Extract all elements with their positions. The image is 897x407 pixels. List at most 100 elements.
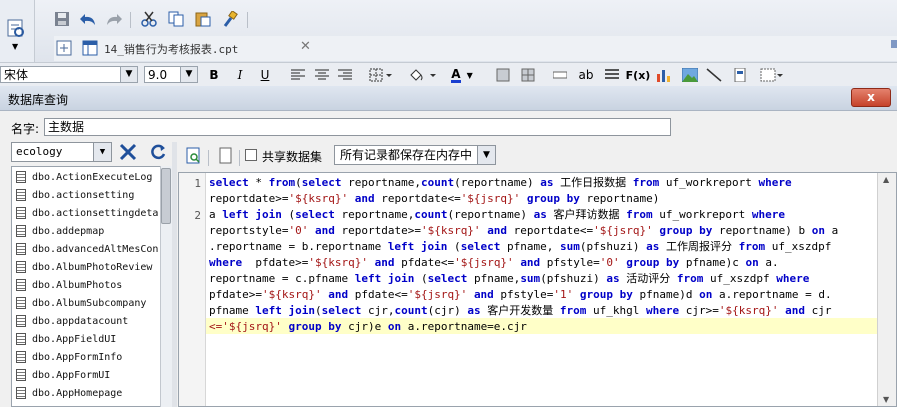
list-item[interactable]: dbo.AlbumPhotos (16, 276, 122, 294)
sql-text: pfname)c (679, 256, 746, 269)
tab-close-icon[interactable]: ✕ (300, 39, 311, 54)
save-icon[interactable] (52, 9, 72, 29)
sql-text: pfstyle= (493, 288, 554, 301)
paragraph-icon[interactable] (603, 66, 621, 84)
sql-keyword: join (420, 240, 448, 253)
sql-text: reportname) (579, 192, 660, 205)
editor-scrollbar[interactable]: ▲ ▼ (877, 173, 896, 406)
list-item[interactable]: dbo.AppFormUI (16, 366, 110, 384)
undo-icon[interactable] (78, 9, 98, 29)
database-select[interactable]: ecology ▼ (11, 142, 112, 162)
image-icon[interactable] (681, 66, 699, 84)
italic-button[interactable]: I (232, 66, 248, 84)
table-list[interactable]: dbo.ActionExecuteLog dbo.actionsetting dbo… (11, 166, 171, 407)
table-icon (16, 369, 26, 381)
new-page-icon[interactable] (216, 146, 236, 166)
chevron-down-icon[interactable]: ▼ (12, 42, 18, 51)
sql-keyword: and (354, 192, 375, 205)
widget-icon[interactable] (731, 66, 749, 84)
refresh-icon[interactable] (148, 142, 168, 162)
align-center-icon[interactable] (313, 66, 331, 84)
sql-text: pfdate<= (348, 288, 408, 301)
save-mode-select[interactable]: 所有记录都保存在内存中 ▼ (334, 145, 496, 165)
sql-text: reportstyle= (209, 224, 289, 237)
formula-button[interactable]: F(x) (626, 66, 651, 84)
list-item[interactable]: dbo.AlbumSubcompany (16, 294, 146, 312)
panel-splitter[interactable] (172, 142, 177, 407)
list-item[interactable]: dbo.actionsetting (16, 186, 134, 204)
list-item[interactable]: dbo.AppHomepage (16, 384, 122, 402)
format-brush-icon[interactable] (220, 9, 240, 29)
table-icon (16, 297, 26, 309)
sql-keyword: on (387, 320, 402, 333)
line-number-gutter: 12 (179, 173, 206, 406)
text-field-icon[interactable] (551, 66, 569, 84)
dataset-name-input[interactable]: 主数据 (44, 118, 671, 136)
list-item[interactable]: dbo.AlbumPhotoReview (16, 258, 152, 276)
list-item[interactable]: dbo.advancedAltMesCon (16, 240, 158, 258)
sql-string: '0' (288, 224, 309, 237)
sql-string: '${ksrq}' (288, 192, 349, 205)
table-name: dbo.AppHomepage (32, 387, 123, 399)
sql-keyword: join (288, 304, 315, 317)
underline-button[interactable]: U (257, 66, 273, 84)
sql-text: uf_xszdpf (765, 240, 832, 253)
text-ab-button[interactable]: ab (577, 66, 595, 84)
list-item[interactable]: dbo.AppFormInfo (16, 348, 122, 366)
insert-dropdown-icon[interactable] (759, 66, 785, 84)
font-color-button[interactable]: A ▼ (447, 66, 477, 84)
sql-keyword: select (321, 304, 362, 317)
sql-keyword: group (526, 192, 561, 205)
copy-icon[interactable] (166, 9, 186, 29)
redo-icon[interactable] (104, 9, 124, 29)
list-item[interactable]: dbo.ActionExecuteLog (16, 168, 152, 186)
dialog-title-bar[interactable]: 数据库查询 x (0, 86, 897, 111)
shared-dataset-checkbox[interactable] (245, 149, 257, 161)
table-name: dbo.addepmap (32, 225, 105, 237)
paste-icon[interactable] (193, 9, 213, 29)
list-scroll-thumb[interactable] (161, 168, 171, 224)
dataset-icon[interactable] (6, 18, 26, 38)
merge-cells-icon[interactable] (494, 66, 512, 84)
bold-button[interactable]: B (206, 66, 222, 84)
font-size-value: 9.0 (148, 68, 168, 82)
preview-icon[interactable] (184, 146, 204, 166)
scroll-down-icon[interactable]: ▼ (883, 395, 889, 404)
chart-icon[interactable] (655, 66, 673, 84)
new-tab-icon[interactable] (54, 38, 74, 58)
sql-text: uf_workreport (652, 208, 752, 221)
cut-icon[interactable] (139, 9, 159, 29)
list-item[interactable]: dbo.AppFieldUI (16, 330, 116, 348)
sql-text: (pfshuzi) (540, 272, 607, 285)
tab-report-file[interactable]: 14_销售行为考核报表.cpt (104, 41, 238, 57)
list-item[interactable]: dbo.addepmap (16, 222, 104, 240)
sql-text: reportname, (334, 208, 415, 221)
list-item[interactable]: dbo.appdatacount (16, 312, 128, 330)
close-button[interactable]: x (851, 88, 891, 107)
sql-keyword: group (288, 320, 322, 333)
sql-keyword: by (619, 288, 633, 301)
sql-text: cjr>= (679, 304, 719, 317)
sql-editor[interactable]: 12 ▲ ▼ select * from(select reportname,c… (178, 172, 897, 407)
sql-text: cjr, (361, 304, 395, 317)
table-icon (16, 315, 26, 327)
connection-settings-icon[interactable] (118, 142, 138, 162)
sql-keyword: and (374, 256, 395, 269)
sql-text: ( (447, 240, 461, 253)
list-item[interactable]: dbo.actionsettingdeta (16, 204, 158, 222)
code-line: .reportname = b.reportname left join (se… (209, 239, 831, 255)
border-icon[interactable] (368, 66, 394, 84)
font-name-select[interactable]: 宋体 ▼ (0, 66, 138, 83)
font-size-select[interactable]: 9.0 ▼ (144, 66, 198, 83)
sql-text: ( (314, 304, 322, 317)
sql-text: .reportname = b.reportname (209, 240, 388, 253)
align-left-icon[interactable] (289, 66, 307, 84)
align-right-icon[interactable] (336, 66, 354, 84)
sql-string: '${jsrq}' (593, 224, 653, 237)
split-cells-icon[interactable] (519, 66, 537, 84)
sql-text: a (209, 208, 223, 221)
slash-icon[interactable] (705, 66, 723, 84)
fill-color-icon[interactable] (408, 66, 438, 84)
table-icon (16, 279, 26, 291)
scroll-up-icon[interactable]: ▲ (883, 175, 889, 184)
